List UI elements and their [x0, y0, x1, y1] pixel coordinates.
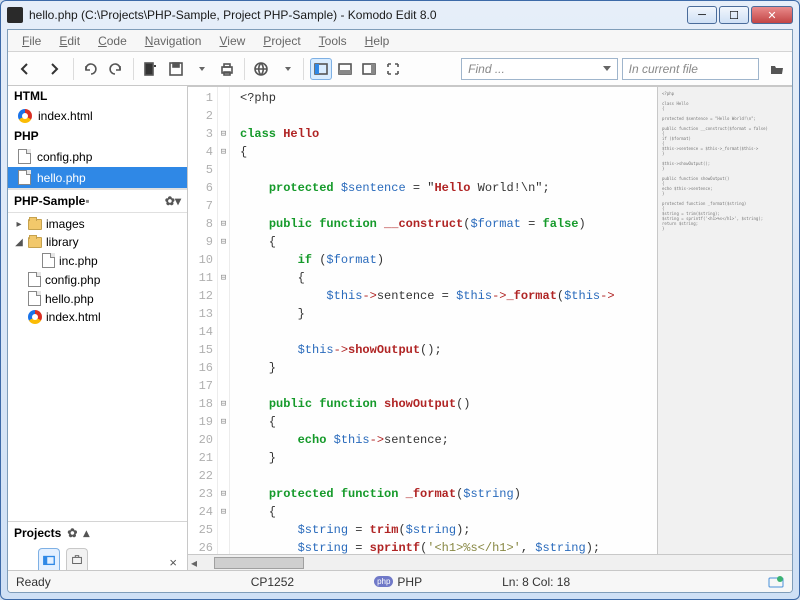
menu-navigation[interactable]: Navigation — [137, 32, 210, 50]
tree-label: hello.php — [45, 292, 94, 306]
undo-button[interactable] — [80, 58, 101, 80]
tree-row[interactable]: ▸ images — [12, 215, 183, 233]
tree-label: index.html — [46, 310, 101, 324]
find-dropdown-icon[interactable] — [603, 66, 611, 71]
file-icon — [28, 272, 41, 287]
window-minimize-button[interactable]: ─ — [687, 6, 717, 24]
project-tree: ▸ images ◢ library inc.php config.php hello.ph… — [8, 213, 187, 328]
fold-gutter[interactable]: ⊟⊟⊟⊟⊟⊟⊟⊟⊟ — [218, 87, 230, 554]
php-icon: php — [374, 576, 393, 587]
tree-label: config.php — [45, 273, 100, 287]
menu-edit[interactable]: Edit — [51, 32, 88, 50]
editor-horizontal-scrollbar[interactable]: ◂ — [188, 554, 792, 570]
sidebar-tabs: × — [8, 544, 187, 570]
code-editor[interactable]: 1234567891011121314151617181920212223242… — [188, 86, 657, 554]
new-file-button[interactable] — [140, 58, 161, 80]
tree-row[interactable]: config.php — [12, 270, 183, 289]
browser-preview-button[interactable] — [250, 58, 271, 80]
status-encoding[interactable]: CP1252 — [251, 575, 294, 589]
browser-dropdown[interactable] — [276, 58, 297, 80]
window-maximize-button[interactable]: ☐ — [719, 6, 749, 24]
menubar: File Edit Code Navigation View Project T… — [8, 30, 792, 52]
folder-icon — [28, 219, 42, 230]
status-position[interactable]: Ln: 8 Col: 18 — [502, 575, 570, 589]
open-files-html-header: HTML — [8, 86, 187, 106]
minimap[interactable]: <?phpclass Hello{ protected $sentence = … — [657, 86, 792, 554]
panel-focus-button[interactable] — [382, 58, 404, 80]
tree-label: library — [46, 235, 79, 249]
window-title: hello.php (C:\Projects\PHP-Sample, Proje… — [29, 8, 679, 22]
find-input[interactable]: Find ... — [461, 58, 617, 80]
status-language[interactable]: php PHP — [374, 575, 422, 589]
menu-project[interactable]: Project — [255, 32, 308, 50]
sidebar-tab-close-icon[interactable]: × — [159, 555, 187, 570]
open-files-php-header: PHP — [8, 126, 187, 146]
open-file-button[interactable] — [767, 58, 788, 80]
find-scope-label: In current file — [629, 62, 698, 76]
menu-help[interactable]: Help — [357, 32, 398, 50]
tree-row[interactable]: hello.php — [12, 289, 183, 308]
file-icon — [18, 149, 31, 164]
status-ready: Ready — [16, 575, 51, 589]
save-dropdown[interactable] — [191, 58, 212, 80]
tree-row[interactable]: ◢ library — [12, 233, 183, 251]
tree-row[interactable]: inc.php — [12, 251, 183, 270]
tree-twisty[interactable]: ◢ — [14, 237, 24, 248]
open-file-row[interactable]: config.php — [8, 146, 187, 167]
redo-button[interactable] — [105, 58, 126, 80]
status-sync-icon[interactable] — [768, 575, 784, 589]
projects-settings-icon[interactable]: ✿ — [67, 526, 77, 540]
app-icon — [7, 7, 23, 23]
find-scope-select[interactable]: In current file — [622, 58, 759, 80]
chrome-icon — [18, 109, 32, 123]
titlebar[interactable]: hello.php (C:\Projects\PHP-Sample, Proje… — [1, 1, 799, 29]
menu-tools[interactable]: Tools — [311, 32, 355, 50]
menu-code[interactable]: Code — [90, 32, 135, 50]
panel-left-button[interactable] — [310, 58, 332, 80]
statusbar: Ready CP1252 php PHP Ln: 8 Col: 18 — [8, 570, 792, 592]
file-name: config.php — [37, 150, 92, 164]
forward-button[interactable] — [41, 58, 66, 80]
open-file-row[interactable]: hello.php — [8, 167, 187, 188]
sidebar: HTML index.html PHP config.phphello.php … — [8, 86, 188, 570]
toolbar: Find ... In current file — [8, 52, 792, 86]
open-file-row[interactable]: index.html — [8, 106, 187, 126]
menu-view[interactable]: View — [211, 32, 253, 50]
app-window: hello.php (C:\Projects\PHP-Sample, Proje… — [0, 0, 800, 600]
panel-bottom-button[interactable] — [334, 58, 356, 80]
save-button[interactable] — [165, 58, 186, 80]
find-placeholder: Find ... — [468, 62, 505, 76]
file-name: index.html — [38, 109, 93, 123]
file-icon — [18, 170, 31, 185]
chrome-icon — [28, 310, 42, 324]
tree-row[interactable]: index.html — [12, 308, 183, 326]
back-button[interactable] — [12, 58, 37, 80]
project-header[interactable]: PHP-Sample▪ ✿▾ — [8, 189, 187, 213]
code-content[interactable]: <?php class Hello { protected $sentence … — [230, 87, 657, 554]
projects-panel-header[interactable]: Projects ✿ ▴ — [8, 522, 187, 544]
tree-label: images — [46, 217, 85, 231]
sidebar-tab-toolbox[interactable] — [66, 548, 88, 570]
file-name: hello.php — [37, 171, 86, 185]
tree-twisty[interactable]: ▸ — [14, 219, 24, 230]
scrollbar-thumb[interactable] — [214, 557, 304, 569]
folder-icon — [28, 237, 42, 248]
file-icon — [42, 253, 55, 268]
panel-right-button[interactable] — [358, 58, 380, 80]
projects-collapse-icon[interactable]: ▴ — [83, 526, 89, 540]
sidebar-tab-places[interactable] — [38, 548, 60, 570]
print-button[interactable] — [216, 58, 237, 80]
window-close-button[interactable]: ✕ — [751, 6, 793, 24]
line-number-gutter: 1234567891011121314151617181920212223242… — [188, 87, 218, 554]
project-settings-icon[interactable]: ✿▾ — [165, 194, 181, 208]
menu-file[interactable]: File — [14, 32, 49, 50]
file-icon — [28, 291, 41, 306]
tree-label: inc.php — [59, 254, 98, 268]
